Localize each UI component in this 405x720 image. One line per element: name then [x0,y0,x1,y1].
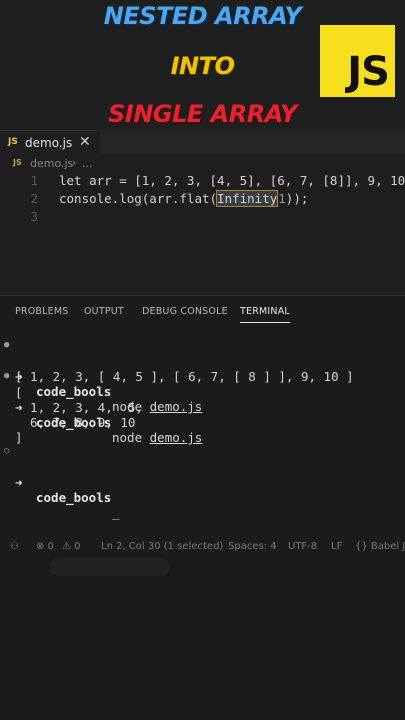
line-ending[interactable]: LF [331,541,342,552]
prompt-arrow-icon: ➜ [15,475,23,490]
terminal-output-line: 6, 7, 8, 9, 10 [0,415,405,431]
language-mode[interactable]: {} Babel J [355,541,405,552]
command-decoration-icon: ○ [4,446,10,456]
remote-icon[interactable]: ⚇ [10,541,19,552]
terminal-output: ] [15,430,23,445]
blur-smudge [50,558,170,576]
tab-problems[interactable]: PROBLEMS [15,306,68,317]
headline-single-array: SINGLE ARRAY [108,100,297,128]
js-logo-text: JS [347,49,390,95]
terminal-output-line: [ 1, 2, 3, [ 4, 5 ], [ 6, 7, [ 8 ] ], 9,… [0,354,405,384]
terminal[interactable]: ● ➜ code_bools node demo.js [ 1, 2, 3, [… [0,330,405,535]
terminal-output-line: [ [0,385,405,401]
status-bar: ⚇ ⊗ 0 ⚠ 0 Ln 2, Col 30 (1 selected) Spac… [0,536,405,558]
selected-text[interactable]: Infinity [216,190,279,207]
code-text[interactable]: console.log(arr.flat(Infinity1)); [59,190,309,207]
tab-terminal[interactable]: TERMINAL [240,306,290,323]
tab-demo-js[interactable]: JS demo.js ✕ [0,130,100,155]
code-text-after-caret: 1 [278,191,286,206]
tab-output[interactable]: OUTPUT [84,306,124,317]
js-logo: JS [320,25,395,97]
line-number: 1 [30,173,38,188]
prompt-user: code_bools [36,490,112,505]
code-text-before: console.log(arr.flat( [59,191,218,206]
indentation[interactable]: Spaces: 4 [228,541,277,552]
terminal-cursor: _ [112,505,120,520]
close-icon[interactable]: ✕ [79,134,91,150]
editor-tab-bar: JS demo.js ✕ [0,130,405,155]
encoding[interactable]: UTF-8 [288,541,317,552]
terminal-command-line: ● ➜ code_bools node demo.js [0,339,405,414]
errors-count[interactable]: ⊗ 0 [36,541,54,552]
line-number: 3 [30,209,38,224]
terminal-output: 1, 2, 3, 4, 5, [15,400,143,415]
tab-label: demo.js [25,136,73,150]
terminal-output-line: 1, 2, 3, 4, 5, [0,400,405,416]
js-file-icon: JS [8,137,18,147]
chevron-right-icon: › [72,156,77,169]
js-file-icon: JS [13,158,22,167]
video-banner: NESTED ARRAY INTO SINGLE ARRAY JS [0,0,405,130]
warnings-count[interactable]: ⚠ 0 [62,541,81,552]
command-decoration-icon: ● [4,371,10,381]
command-decoration-icon: ● [4,340,10,350]
code-editor[interactable]: JS demo.js ✕ JS demo.js › ... 1 let arr … [0,130,405,295]
blurred-background [0,558,405,720]
terminal-output: [ [15,385,23,400]
terminal-command-line: ● ➜ code_bools node demo.js [0,370,405,445]
terminal-output: 6, 7, 8, 9, 10 [15,415,136,430]
terminal-output-line: ] [0,430,405,446]
tab-debug-console[interactable]: DEBUG CONSOLE [142,306,228,317]
breadcrumb-more[interactable]: ... [82,157,93,170]
code-text[interactable]: let arr = [1, 2, 3, [4, 5], [6, 7, [8]],… [59,173,405,188]
cursor-position[interactable]: Ln 2, Col 30 (1 selected) [101,541,223,552]
terminal-prompt-line[interactable]: ○ ➜ code_bools _ [0,445,405,520]
code-line[interactable]: 2 console.log(arr.flat(Infinity1)); [0,190,405,209]
code-text-after: )); [285,191,309,206]
line-number: 2 [30,191,38,206]
code-line[interactable]: 3 [0,209,405,227]
breadcrumb: JS demo.js › ... [0,156,405,174]
breadcrumb-file[interactable]: demo.js [30,157,73,170]
code-line[interactable]: 1 let arr = [1, 2, 3, [4, 5], [6, 7, [8]… [0,173,405,191]
panel-tab-bar: PROBLEMS OUTPUT DEBUG CONSOLE TERMINAL [0,295,405,331]
